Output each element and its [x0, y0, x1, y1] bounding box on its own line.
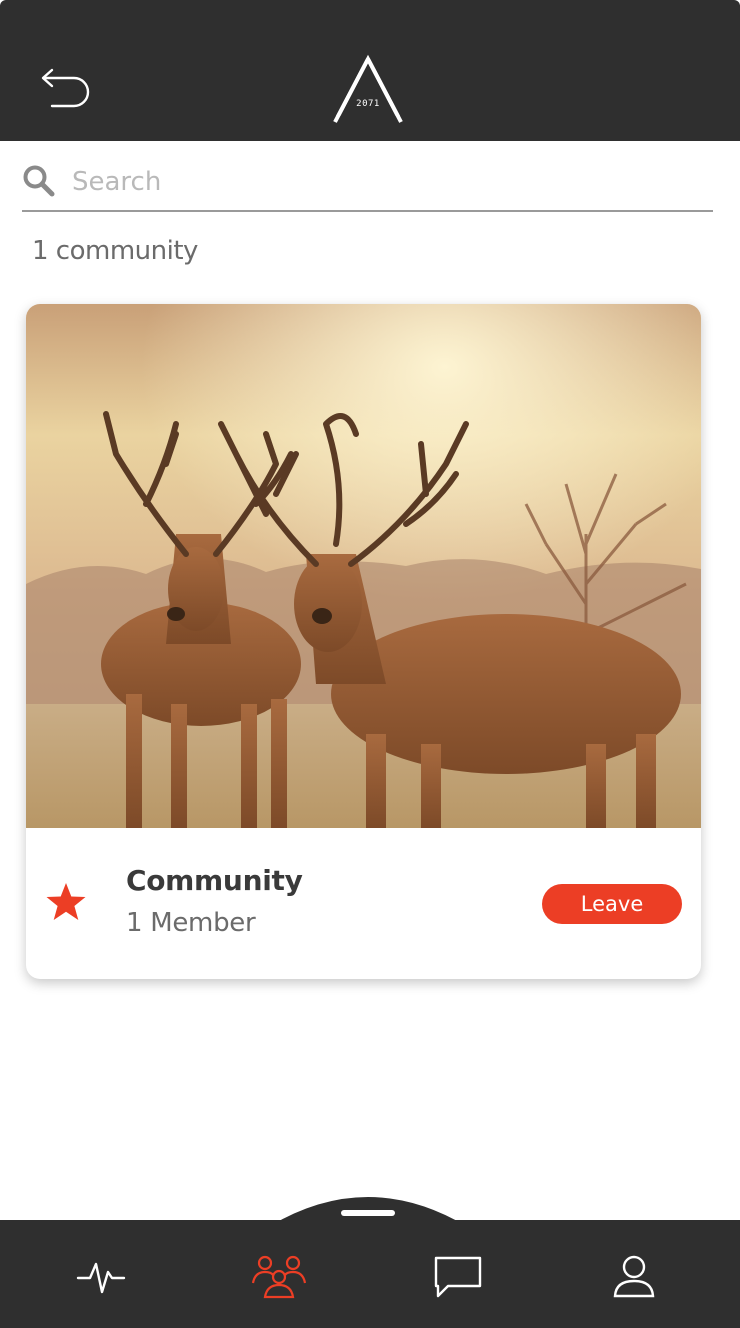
star-icon[interactable]: [44, 880, 88, 924]
group-icon: [251, 1255, 306, 1299]
community-image: [26, 304, 701, 828]
back-button[interactable]: [36, 66, 98, 110]
member-count: 1 Member: [126, 908, 256, 938]
search-bar: [22, 150, 713, 212]
chat-icon: [434, 1256, 481, 1298]
nav-activity[interactable]: [8, 1220, 193, 1328]
logo-a-icon: [330, 54, 406, 126]
nav-messages[interactable]: [365, 1220, 550, 1328]
community-title: Community: [126, 864, 303, 897]
user-icon: [613, 1255, 654, 1298]
search-icon: [23, 165, 55, 197]
back-arrow-icon: [41, 68, 90, 108]
pulse-icon: [76, 1262, 125, 1294]
bottom-nav: [0, 1220, 740, 1328]
leave-button[interactable]: Leave: [542, 884, 682, 924]
search-input[interactable]: [72, 160, 692, 204]
deer-photo: [26, 304, 701, 828]
top-bar: 2071: [0, 0, 740, 141]
nav-profile[interactable]: [541, 1220, 726, 1328]
app-logo: 2071: [330, 54, 406, 126]
community-card[interactable]: Community 1 Member Leave: [26, 304, 701, 979]
community-count: 1 community: [32, 236, 198, 266]
logo-year: 2071: [356, 99, 380, 109]
nav-communities[interactable]: [186, 1220, 371, 1328]
